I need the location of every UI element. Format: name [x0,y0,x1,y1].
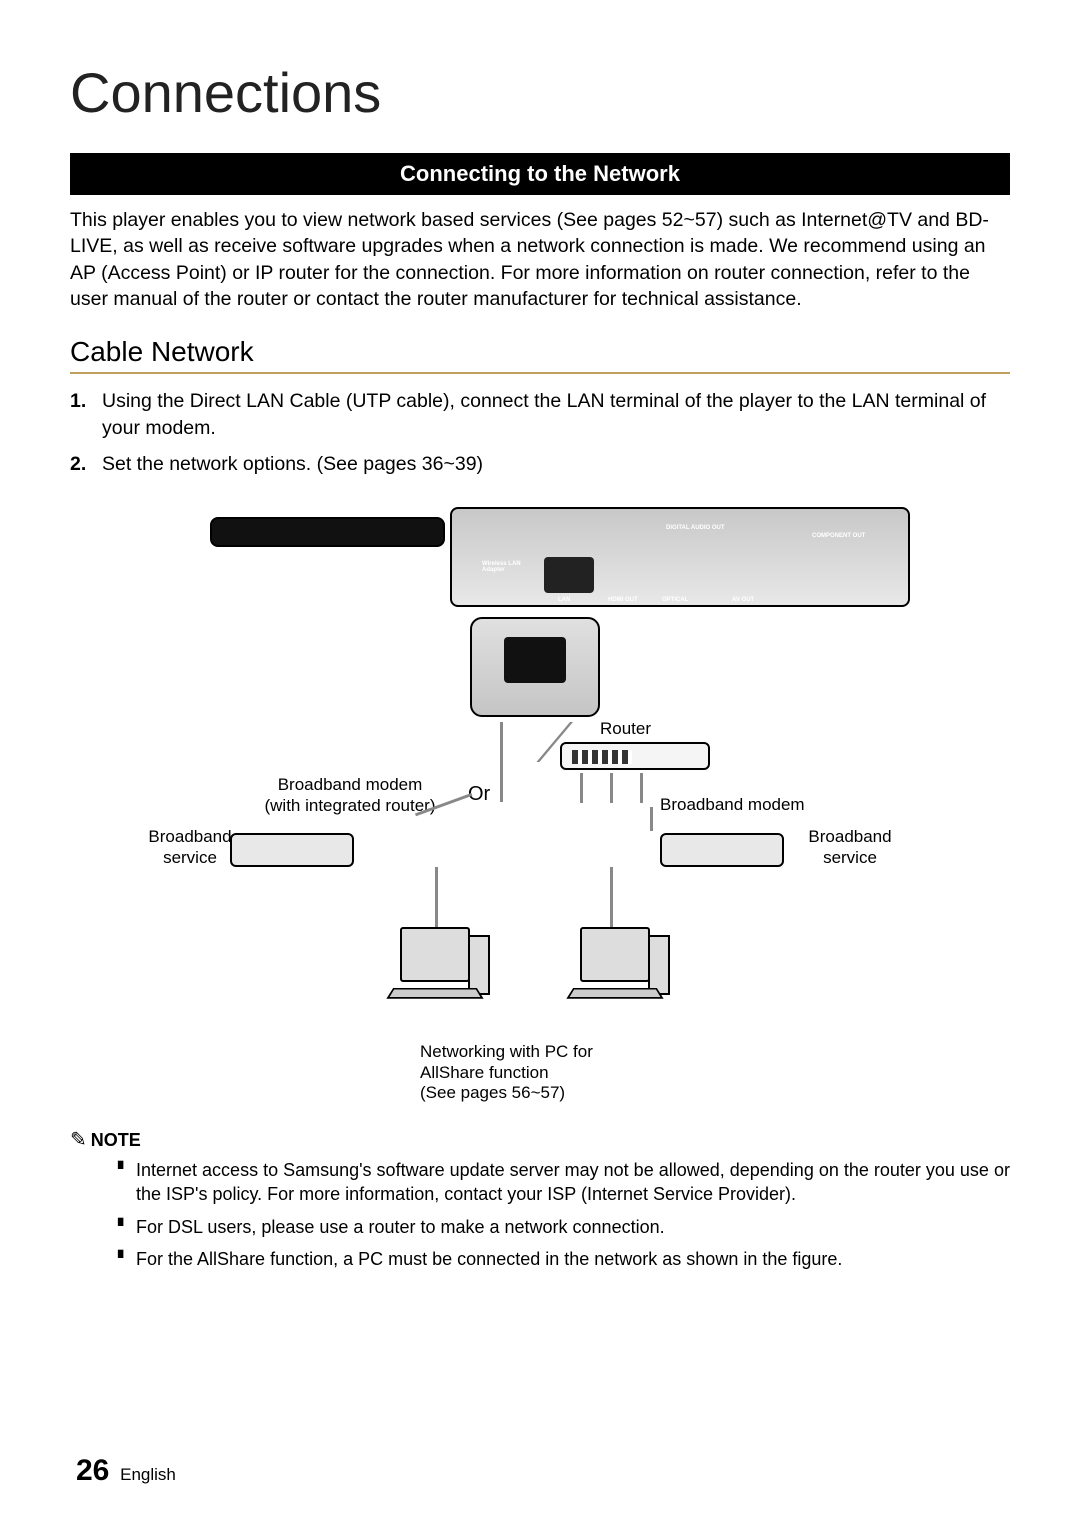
broadband-service-right-label: Broadband service [800,827,900,868]
section-heading-bar: Connecting to the Network [70,153,1010,195]
step-number: 1. [70,388,86,414]
modem-integrated-label: Broadband modem (with integrated router) [250,775,450,816]
note-label: NOTE [91,1130,141,1150]
note-icon: ✎ [70,1129,87,1151]
subsection-heading: Cable Network [70,336,1010,374]
note-item: For DSL users, please use a router to ma… [118,1215,1010,1239]
caption-l3: (See pages 56~57) [420,1083,565,1102]
router-icon [560,742,710,770]
note-list: Internet access to Samsung's software up… [70,1158,1010,1271]
step-list: 1. Using the Direct LAN Cable (UTP cable)… [70,388,1010,477]
note-heading: ✎NOTE [70,1127,1010,1152]
panel-label-component: COMPONENT OUT [812,533,865,539]
lan-port-enlarged [470,617,600,717]
page-footer: 26 English [76,1454,176,1488]
step-number: 2. [70,451,86,477]
caption-l2: AllShare function [420,1063,549,1082]
cable-r1 [580,773,583,803]
caption-l1: Networking with PC for [420,1042,593,1061]
step-item: 1. Using the Direct LAN Cable (UTP cable)… [70,388,1010,441]
note-item: For the AllShare function, a PC must be … [118,1247,1010,1271]
cable-to-pc-left [435,867,438,927]
panel-label-hdmi: HDMI OUT [608,597,638,603]
pc-right-icon [550,927,680,1027]
bs-right-text: Broadband service [808,827,891,866]
panel-label-optical: OPTICAL [662,597,688,603]
chapter-title: Connections [70,60,1010,125]
cable-to-pc-right [610,867,613,927]
cable-left [500,722,503,802]
step-text: Using the Direct LAN Cable (UTP cable), … [102,390,986,438]
panel-label-avout: AV OUT [732,597,754,603]
cable-r2 [610,773,613,803]
modem-left-icon [230,827,400,877]
modem-integrated-l1: Broadband modem [278,775,423,794]
bs-left-text: Broadband service [148,827,231,866]
diagram-caption: Networking with PC for AllShare function… [420,1042,640,1103]
network-diagram: Wireless LAN Adapter LAN HDMI OUT OPTICA… [160,497,920,1117]
step-text: Set the network options. (See pages 36~3… [102,453,483,475]
cable-r3 [640,773,643,803]
panel-label-lan: LAN [558,597,570,603]
player-front-strip [210,517,445,547]
note-item: Internet access to Samsung's software up… [118,1158,1010,1207]
panel-label-digital-audio: DIGITAL AUDIO OUT [666,525,725,531]
cable-to-right-modem [650,807,653,831]
broadband-service-left-label: Broadband service [140,827,240,868]
broadband-modem-label: Broadband modem [660,795,805,815]
step-item: 2. Set the network options. (See pages 36… [70,451,1010,477]
pc-left-icon [370,927,500,1027]
player-back-panel: Wireless LAN Adapter LAN HDMI OUT OPTICA… [450,507,910,607]
intro-paragraph: This player enables you to view network … [70,207,1010,312]
modem-integrated-l2: (with integrated router) [264,796,435,815]
lan-port-icon [544,557,594,593]
panel-label-wireless: Wireless LAN Adapter [482,561,534,573]
page-language: English [120,1465,176,1484]
router-label: Router [600,719,651,739]
page-number: 26 [76,1454,109,1487]
